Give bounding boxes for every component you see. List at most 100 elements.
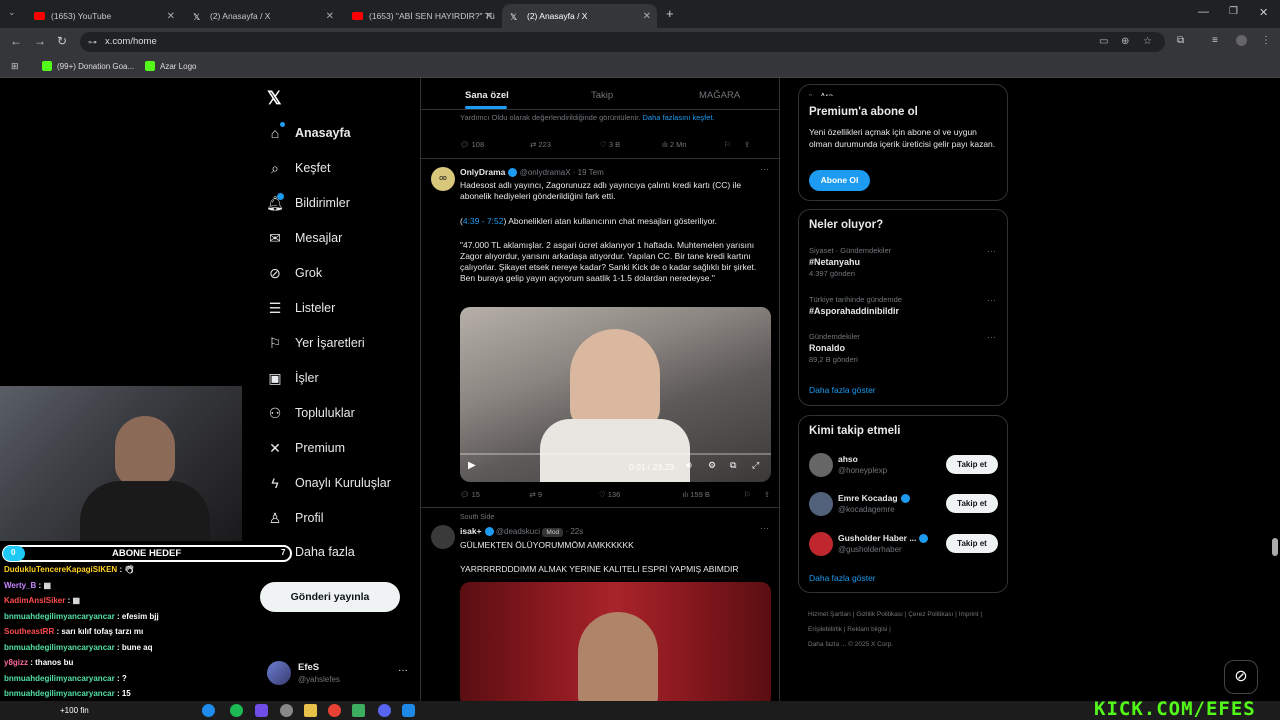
nav-premium[interactable]: ✕ Premium	[266, 437, 345, 459]
reply-button[interactable]: 💬︎ 108	[460, 140, 530, 149]
timestamp-link[interactable]: 4:39 - 7:52	[463, 216, 504, 226]
share-icon[interactable]: ⇪	[764, 490, 770, 499]
star-icon[interactable]: ☆	[1143, 32, 1152, 52]
more-options-icon[interactable]: ···	[760, 523, 769, 533]
account-menu-icon[interactable]: ···	[398, 665, 408, 676]
nav-explore[interactable]: ⌕ Keşfet	[266, 157, 330, 179]
footer-link[interactable]: Hizmet Şartları	[808, 611, 851, 618]
minimize-icon[interactable]: —	[1198, 6, 1209, 18]
avatar[interactable]	[431, 525, 455, 549]
close-tab-icon[interactable]: ✕	[485, 11, 493, 22]
author-handle[interactable]: @deadskuci	[496, 527, 540, 536]
footer-link[interactable]: Çerez Politikası	[908, 611, 953, 618]
show-more-trends-link[interactable]: Daha fazla göster	[809, 385, 876, 395]
footer-link[interactable]: Reklam bilgisi	[847, 626, 887, 633]
follow-button[interactable]: Takip et	[946, 455, 998, 474]
repost-button[interactable]: ⇄ 9	[529, 490, 598, 499]
footer-link[interactable]: Erişilebilirlik	[808, 626, 842, 633]
back-icon[interactable]: ←	[10, 34, 22, 48]
x-logo-icon[interactable]: 𝕏	[267, 88, 282, 109]
trend-item[interactable]: Gündemdekiler Ronaldo 89,2 B gönderi ···	[809, 332, 999, 364]
close-tab-icon[interactable]: ✕	[643, 11, 651, 22]
apps-icon[interactable]: ⊞	[11, 61, 19, 72]
follow-button[interactable]: Takip et	[946, 534, 998, 553]
more-options-icon[interactable]: ···	[987, 295, 996, 305]
tweet-image[interactable]	[460, 582, 771, 702]
tab-x-1[interactable]: 𝕏 (2) Anasayfa / X ✕	[185, 4, 340, 28]
page-scrollbar-thumb[interactable]	[1272, 538, 1278, 556]
community-context[interactable]: South Side	[460, 514, 494, 521]
avatar[interactable]	[267, 661, 291, 685]
tab-for-you[interactable]: Sana özel	[465, 90, 509, 101]
follow-button[interactable]: Takip et	[946, 494, 998, 513]
nav-profile[interactable]: ♙ Profil	[266, 507, 324, 529]
volume-icon[interactable]: 🔊︎	[686, 460, 692, 471]
grok-float-icon[interactable]: ⊘	[1224, 660, 1258, 694]
nav-grok[interactable]: ⊘ Grok	[266, 262, 322, 284]
maximize-icon[interactable]: ❐	[1229, 6, 1238, 17]
more-options-icon[interactable]: ···	[987, 246, 996, 256]
author-name[interactable]: isak+	[460, 526, 482, 536]
spotify-icon[interactable]	[230, 704, 243, 717]
bookmark-azar-logo[interactable]: Azar Logo	[160, 62, 196, 71]
chrome-icon[interactable]	[328, 704, 341, 717]
more-options-icon[interactable]: ···	[987, 332, 996, 342]
trend-item[interactable]: Siyaset · Gündemdekiler #Netanyahu 4.397…	[809, 246, 999, 278]
edge-icon[interactable]	[202, 704, 215, 717]
post-button[interactable]: Gönderi yayınla	[260, 582, 400, 612]
footer-link[interactable]: Daha fazla ...	[808, 641, 846, 648]
follow-suggestion[interactable]: ahso @honeyplexp Takip et	[809, 453, 1007, 479]
forward-icon[interactable]: →	[34, 34, 46, 48]
bookmark-donation[interactable]: (99+) Donation Goa...	[57, 62, 134, 71]
show-more-follow-link[interactable]: Daha fazla göster	[809, 573, 876, 583]
discord-icon[interactable]	[378, 704, 391, 717]
more-options-icon[interactable]: ···	[760, 164, 769, 174]
extensions-icon[interactable]: ⧉	[1177, 35, 1184, 46]
trend-item[interactable]: Türkiye tarihinde gündemde #Asporahaddin…	[809, 295, 999, 316]
nav-verified-orgs[interactable]: ϟ Onaylı Kuruluşlar	[266, 472, 391, 494]
footer-link[interactable]: Gizlilik Politikası	[856, 611, 903, 618]
like-button[interactable]: ♡ 3 B	[600, 140, 662, 149]
follow-suggestion[interactable]: Emre Kocadag @kocadagemre Takip et	[809, 492, 1007, 518]
app-icon[interactable]	[352, 704, 365, 717]
fullscreen-icon[interactable]: ⤢	[752, 460, 759, 471]
subscribe-button[interactable]: Abone Ol	[809, 170, 870, 191]
profile-avatar[interactable]	[1236, 35, 1247, 46]
nav-communities[interactable]: ⚇ Topluluklar	[266, 402, 355, 424]
nav-bookmarks[interactable]: ⚐ Yer İşaretleri	[266, 332, 365, 354]
screen-cast-icon[interactable]: ▭	[1099, 32, 1108, 52]
zoom-icon[interactable]: ⊕	[1121, 32, 1129, 52]
folder-icon[interactable]	[304, 704, 317, 717]
close-tab-icon[interactable]: ✕	[326, 11, 334, 22]
settings-icon[interactable]: ⚙	[708, 460, 716, 471]
close-tab-icon[interactable]: ✕	[167, 11, 175, 22]
nav-lists[interactable]: ☰ Listeler	[266, 297, 336, 319]
url-field[interactable]: ⊶ x.com/home ▭ ⊕ ☆	[80, 32, 1165, 52]
video-player[interactable]: ▶ 0:01 / 23:23 🔊︎ ⚙ ⧉ ⤢	[460, 307, 771, 482]
app-icon[interactable]	[255, 704, 268, 717]
avatar[interactable]: OD	[431, 167, 455, 191]
views-button[interactable]: ılı 2 Mn	[662, 140, 724, 149]
bookmark-icon[interactable]: ⚐	[724, 140, 744, 149]
app-icon[interactable]	[280, 704, 293, 717]
share-icon[interactable]: ⇪	[744, 140, 750, 149]
close-window-icon[interactable]: ✕	[1259, 6, 1268, 19]
play-icon[interactable]: ▶	[468, 460, 476, 471]
tab-cave[interactable]: MAĞARA	[699, 90, 740, 101]
browser-menu-icon[interactable]: ⋮	[1261, 35, 1271, 46]
account-name[interactable]: EfeS	[298, 662, 319, 673]
tab-youtube-2[interactable]: (1653) "ABİ SEN HAYIRDIR?" Tü ✕	[344, 4, 499, 28]
video-progress-bar[interactable]	[460, 453, 771, 455]
explore-more-link[interactable]: Daha fazlasını keşfet.	[642, 113, 714, 122]
views-button[interactable]: ılı 159 B	[682, 490, 744, 499]
site-info-icon[interactable]: ⊶	[88, 32, 97, 52]
tab-list-icon[interactable]: ⌄	[8, 7, 16, 18]
like-button[interactable]: ♡ 136	[599, 490, 682, 499]
tab-following[interactable]: Takip	[591, 90, 613, 101]
nav-home[interactable]: ⌂ Anasayfa	[266, 122, 351, 144]
new-tab-icon[interactable]: +	[666, 6, 674, 21]
nav-messages[interactable]: ✉ Mesajlar	[266, 227, 342, 249]
repost-button[interactable]: ⇄ 223	[530, 140, 600, 149]
bookmark-icon[interactable]: ⚐	[744, 490, 764, 499]
pip-icon[interactable]: ⧉	[730, 460, 736, 471]
